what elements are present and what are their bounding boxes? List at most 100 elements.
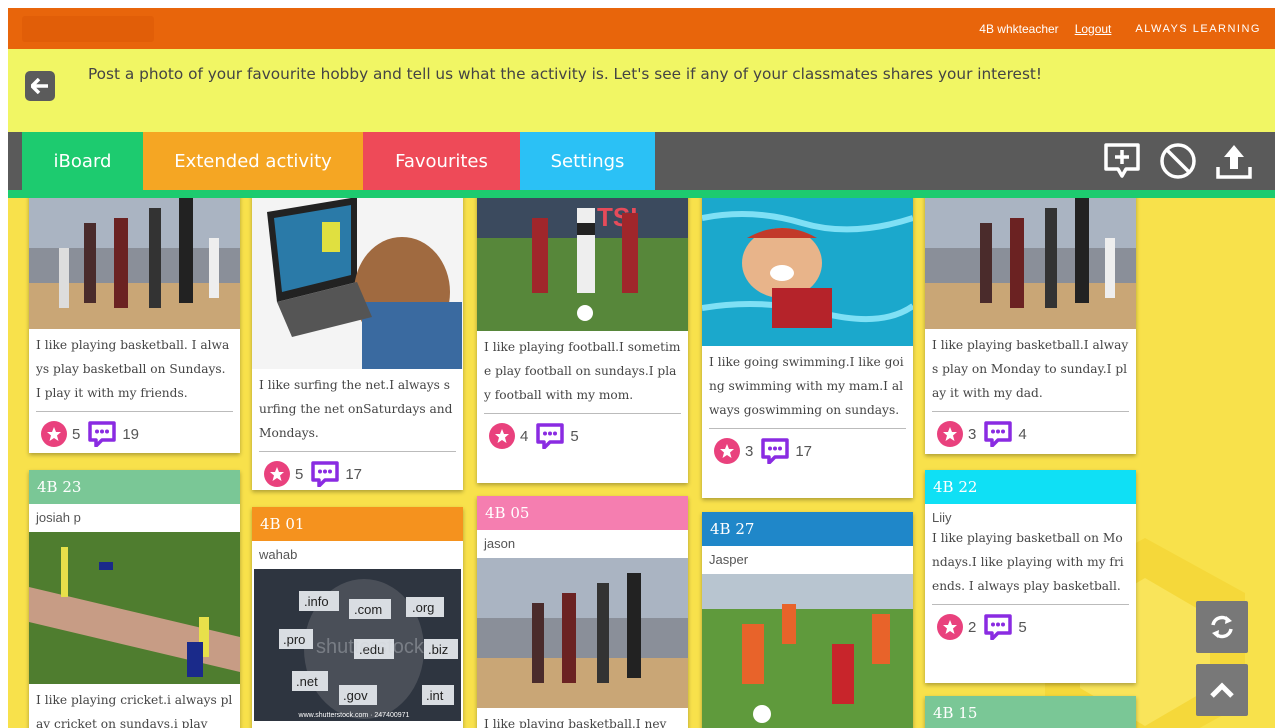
likes-count: 3 bbox=[968, 425, 977, 443]
post-text: I like playing basketball.I nev bbox=[484, 717, 667, 728]
block-icon[interactable] bbox=[1157, 140, 1199, 182]
comments-count: 17 bbox=[795, 442, 813, 460]
refresh-button[interactable] bbox=[1196, 601, 1248, 653]
post-header: 4B 15 bbox=[925, 696, 1136, 728]
domain-tag: .pro bbox=[283, 632, 305, 647]
post-card[interactable]: I like going swimming.I like going swimm… bbox=[702, 198, 913, 498]
star-icon[interactable] bbox=[937, 614, 963, 640]
post-stats: 3 4 bbox=[925, 412, 1136, 447]
post-text: I like playing cricket.i always play cri… bbox=[36, 693, 233, 728]
likes-count: 4 bbox=[520, 427, 529, 445]
star-icon[interactable] bbox=[264, 461, 290, 487]
post-card[interactable]: I like playing basketball. I always play… bbox=[29, 198, 240, 453]
post-card[interactable]: 4B 27 Jasper bbox=[702, 512, 913, 728]
back-button[interactable] bbox=[25, 71, 55, 101]
comments-count: 4 bbox=[1018, 425, 1027, 443]
tab-favourites[interactable]: Favourites bbox=[363, 132, 520, 190]
prompt-banner: Post a photo of your favourite hobby and… bbox=[8, 49, 1275, 132]
comments-count: 17 bbox=[345, 465, 363, 483]
comments-count: 19 bbox=[122, 425, 140, 443]
comment-icon[interactable] bbox=[984, 614, 1013, 640]
post-stats: 3 17 bbox=[702, 429, 913, 464]
post-card[interactable]: I like playing basketball.I always play … bbox=[925, 198, 1136, 454]
basketball-photo bbox=[925, 198, 1136, 329]
upload-icon[interactable] bbox=[1213, 140, 1255, 182]
post-text: I like playing football.I sometime play … bbox=[484, 340, 681, 402]
comment-icon[interactable] bbox=[311, 461, 340, 487]
prompt-text: Post a photo of your favourite hobby and… bbox=[88, 65, 1043, 83]
comment-icon[interactable] bbox=[88, 421, 117, 447]
post-card[interactable]: 4B 15 bbox=[925, 696, 1136, 728]
domain-tag: .int bbox=[426, 688, 444, 703]
post-stats: 2 5 bbox=[925, 605, 1136, 640]
author-name: Liiy bbox=[932, 510, 952, 525]
football-photo: TSI bbox=[477, 198, 688, 331]
likes-count: 2 bbox=[968, 618, 977, 636]
post-card[interactable]: TSI I like playing football.I sometime p… bbox=[477, 198, 688, 483]
star-icon[interactable] bbox=[41, 421, 67, 447]
post-header: 4B 22 bbox=[925, 470, 1136, 504]
photo-caption: www.shutterstock.com · 247400971 bbox=[298, 712, 410, 719]
cricket-photo bbox=[29, 532, 240, 684]
post-stats: 5 19 bbox=[29, 412, 240, 447]
iboard: I like playing basketball. I always play… bbox=[8, 198, 1275, 728]
likes-count: 5 bbox=[72, 425, 81, 443]
author-name: Jasper bbox=[709, 552, 749, 567]
logout-link[interactable]: Logout bbox=[1075, 22, 1112, 36]
watermark-text: shutterstock bbox=[316, 636, 425, 658]
comment-icon[interactable] bbox=[761, 438, 790, 464]
domain-tag: .org bbox=[412, 600, 434, 615]
post-card[interactable]: 4B 22 Liiy I like playing basketball on … bbox=[925, 470, 1136, 683]
user-label: 4B whkteacher bbox=[979, 21, 1059, 36]
tab-iboard[interactable]: iBoard bbox=[22, 132, 143, 190]
post-header: 4B 27 bbox=[702, 512, 913, 546]
tab-settings[interactable]: Settings bbox=[520, 132, 655, 190]
post-text: I like playing basketball.I always play … bbox=[932, 338, 1129, 400]
laptop-photo bbox=[252, 198, 463, 369]
post-stats: 4 5 bbox=[477, 414, 688, 449]
post-header: 4B 01 bbox=[252, 507, 463, 541]
comment-icon[interactable] bbox=[536, 423, 565, 449]
refresh-icon bbox=[1211, 615, 1233, 639]
likes-count: 3 bbox=[745, 442, 754, 460]
post-card[interactable]: 4B 01 wahab .info .com .org .pro .edu .b… bbox=[252, 507, 463, 728]
domain-tag: .biz bbox=[428, 642, 448, 657]
domain-tag: .net bbox=[296, 674, 318, 689]
post-header: 4B 05 bbox=[477, 496, 688, 530]
post-header: 4B 23 bbox=[29, 470, 240, 504]
post-text: I like surfing the net.I always surfing … bbox=[259, 378, 453, 440]
post-card[interactable]: 4B 05 jason I like playing basketball.I … bbox=[477, 496, 688, 728]
post-card[interactable]: I like surfing the net.I always surfing … bbox=[252, 198, 463, 490]
domain-tag: .info bbox=[304, 594, 329, 609]
basketball-photo bbox=[29, 198, 240, 329]
author-name: wahab bbox=[259, 547, 298, 562]
domains-photo: .info .com .org .pro .edu .biz .net .gov… bbox=[254, 569, 461, 721]
logo bbox=[22, 16, 154, 42]
post-text: I like playing basketball. I always play… bbox=[36, 338, 230, 400]
kids-football-photo bbox=[702, 574, 913, 728]
brand-text: ALWAYS LEARNING bbox=[1135, 22, 1261, 35]
star-icon[interactable] bbox=[489, 423, 515, 449]
comments-count: 5 bbox=[1018, 618, 1027, 636]
tab-extended-activity[interactable]: Extended activity bbox=[143, 132, 363, 190]
nav-bar: iBoard Extended activity Favourites Sett… bbox=[8, 132, 1275, 198]
top-bar: 4B whkteacher Logout ALWAYS LEARNING bbox=[8, 8, 1275, 49]
nav-underline bbox=[8, 190, 1275, 198]
author-name: jason bbox=[484, 536, 516, 551]
post-text: I like going swimming.I like going swimm… bbox=[709, 355, 904, 417]
swimming-cat-photo bbox=[702, 198, 913, 346]
star-icon[interactable] bbox=[937, 421, 963, 447]
author-name: josiah p bbox=[36, 510, 81, 525]
post-card[interactable]: 4B 23 josiah p I like playing cricket.i … bbox=[29, 470, 240, 728]
back-arrow-icon bbox=[31, 78, 48, 94]
scroll-top-button[interactable] bbox=[1196, 664, 1248, 716]
domain-tag: .gov bbox=[343, 688, 368, 703]
basketball-photo bbox=[477, 558, 688, 708]
comment-icon[interactable] bbox=[984, 421, 1013, 447]
chevron-up-icon bbox=[1210, 682, 1234, 698]
domain-tag: .com bbox=[354, 602, 382, 617]
star-icon[interactable] bbox=[714, 438, 740, 464]
post-stats: 5 17 bbox=[252, 452, 463, 487]
add-post-icon[interactable] bbox=[1101, 140, 1143, 182]
post-text: I like playing basketball on Mondays.I l… bbox=[932, 531, 1124, 593]
